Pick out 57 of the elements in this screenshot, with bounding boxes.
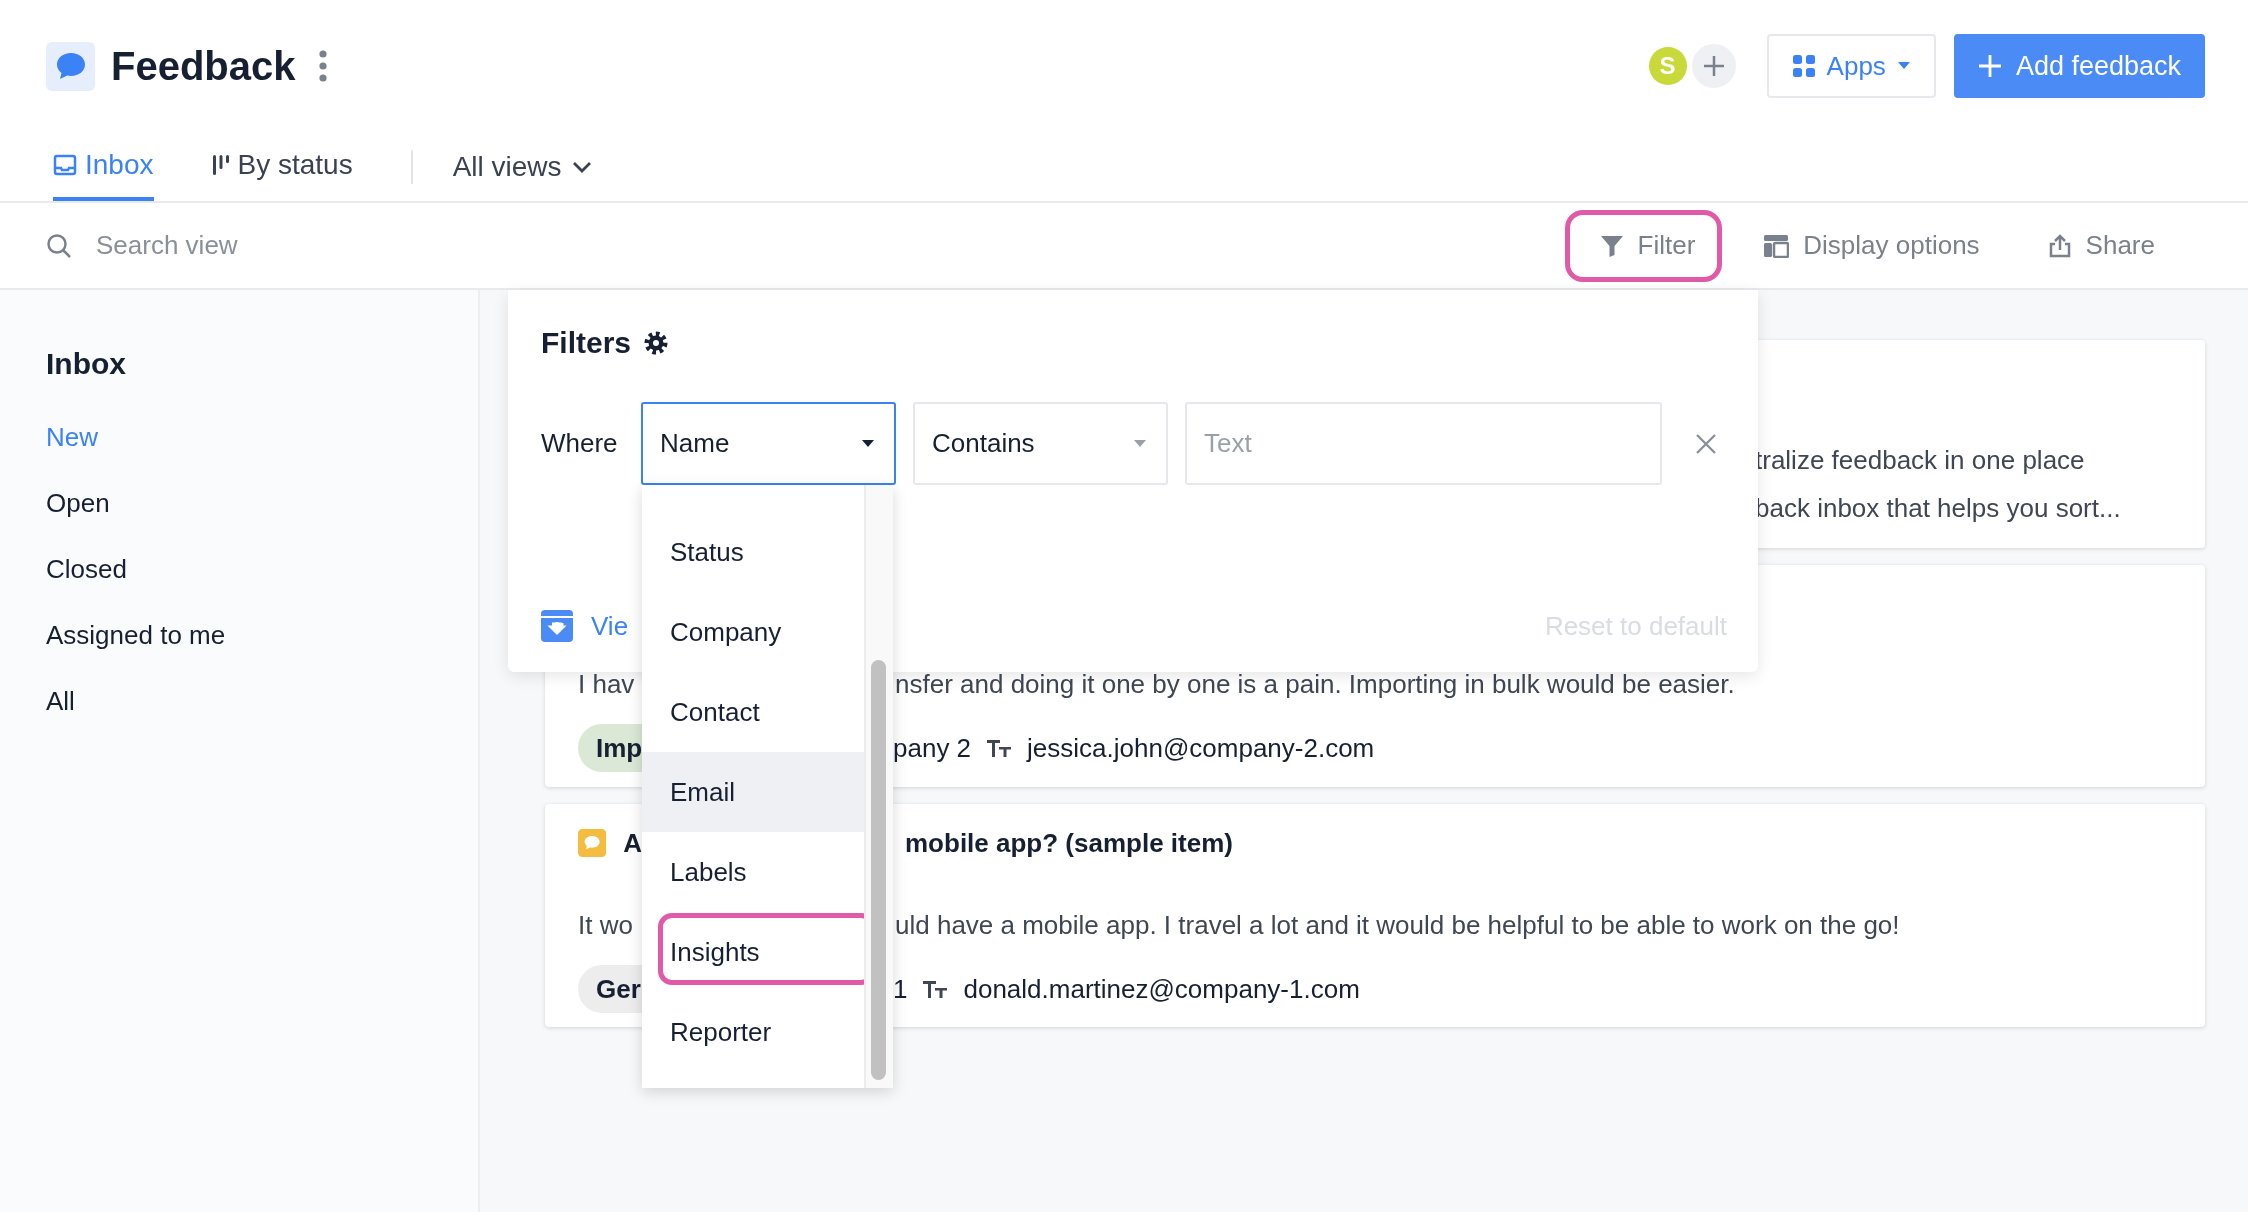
feedback-title: A bbox=[623, 827, 642, 859]
feedback-text: I hav bbox=[578, 668, 635, 700]
sidebar-item[interactable]: Open bbox=[46, 470, 110, 536]
company-text: 1 bbox=[893, 973, 908, 1005]
kebab-menu-icon[interactable] bbox=[317, 50, 328, 82]
feedback-text: tralize feedback in one place bbox=[1755, 444, 2085, 476]
sidebar-item[interactable]: Closed bbox=[46, 536, 127, 602]
scrollbar-thumb[interactable] bbox=[871, 660, 887, 1080]
caret-icon bbox=[862, 439, 874, 448]
inbox-icon bbox=[53, 152, 77, 177]
operator-select[interactable]: Contains bbox=[913, 402, 1168, 485]
filter-icon bbox=[1599, 233, 1624, 258]
apps-button[interactable]: Apps bbox=[1766, 34, 1936, 98]
plus-icon bbox=[1701, 54, 1726, 78]
views-dropdown[interactable]: All views bbox=[452, 132, 592, 201]
text-type-icon bbox=[987, 739, 1012, 757]
close-icon[interactable] bbox=[1695, 432, 1717, 455]
chevron-down-icon bbox=[571, 160, 592, 173]
layout-icon bbox=[1763, 233, 1790, 258]
sidebar-item[interactable]: Assigned to me bbox=[46, 602, 226, 668]
plus-icon bbox=[1977, 54, 2002, 78]
text-type-icon bbox=[923, 980, 948, 998]
caret-icon bbox=[1134, 439, 1146, 448]
feedback-text: uld have a mobile app. I travel a lot and it would be helpful to be able to work on the go! bbox=[895, 909, 1900, 941]
feedback-title: mobile app? (sample item) bbox=[905, 827, 1233, 859]
sidebar-item[interactable]: All bbox=[46, 668, 75, 734]
caret-icon bbox=[1897, 62, 1910, 70]
toolbar-button[interactable]: Share bbox=[2012, 209, 2182, 282]
logo-icon bbox=[46, 41, 95, 91]
toolbar-button[interactable]: Display options bbox=[1728, 209, 2007, 282]
settings-icon[interactable] bbox=[643, 330, 670, 356]
feedback-text: nsfer and doing it one by one is a pain. Importing in bulk would be easier. bbox=[895, 668, 1735, 700]
panel-title: Filters bbox=[541, 326, 632, 360]
where-label: Where bbox=[541, 428, 619, 459]
value-input-field[interactable]: Text bbox=[1185, 402, 1662, 485]
search-icon bbox=[46, 232, 72, 259]
download-icon bbox=[541, 610, 573, 642]
contact-email: jessica.john@company-2.com bbox=[1027, 732, 1375, 764]
app-title: Feedback bbox=[111, 43, 296, 89]
dropdown-option[interactable]: Email bbox=[642, 752, 865, 832]
company-text: pany 2 bbox=[893, 732, 972, 764]
label-tag: Ger bbox=[578, 965, 642, 1013]
toolbar-button[interactable]: Filter bbox=[1564, 209, 1723, 282]
feedback-text: It wo bbox=[578, 909, 633, 941]
label-tag: Imp bbox=[578, 724, 642, 772]
view-tab[interactable]: Inbox bbox=[53, 132, 154, 201]
sidebar-item[interactable]: New bbox=[46, 404, 98, 470]
view-link[interactable]: Vie bbox=[591, 610, 629, 642]
view-tab[interactable]: By status bbox=[211, 132, 353, 201]
apps-grid-icon bbox=[1792, 55, 1815, 77]
share-icon bbox=[2047, 233, 2072, 258]
search-field[interactable]: Search view bbox=[94, 229, 498, 262]
bars-icon bbox=[211, 152, 230, 177]
sidebar-title: Inbox bbox=[46, 346, 127, 382]
contact-email: donald.martinez@company-1.com bbox=[963, 973, 1360, 1005]
field-select[interactable]: Name bbox=[641, 402, 896, 485]
chat-icon bbox=[578, 827, 607, 859]
